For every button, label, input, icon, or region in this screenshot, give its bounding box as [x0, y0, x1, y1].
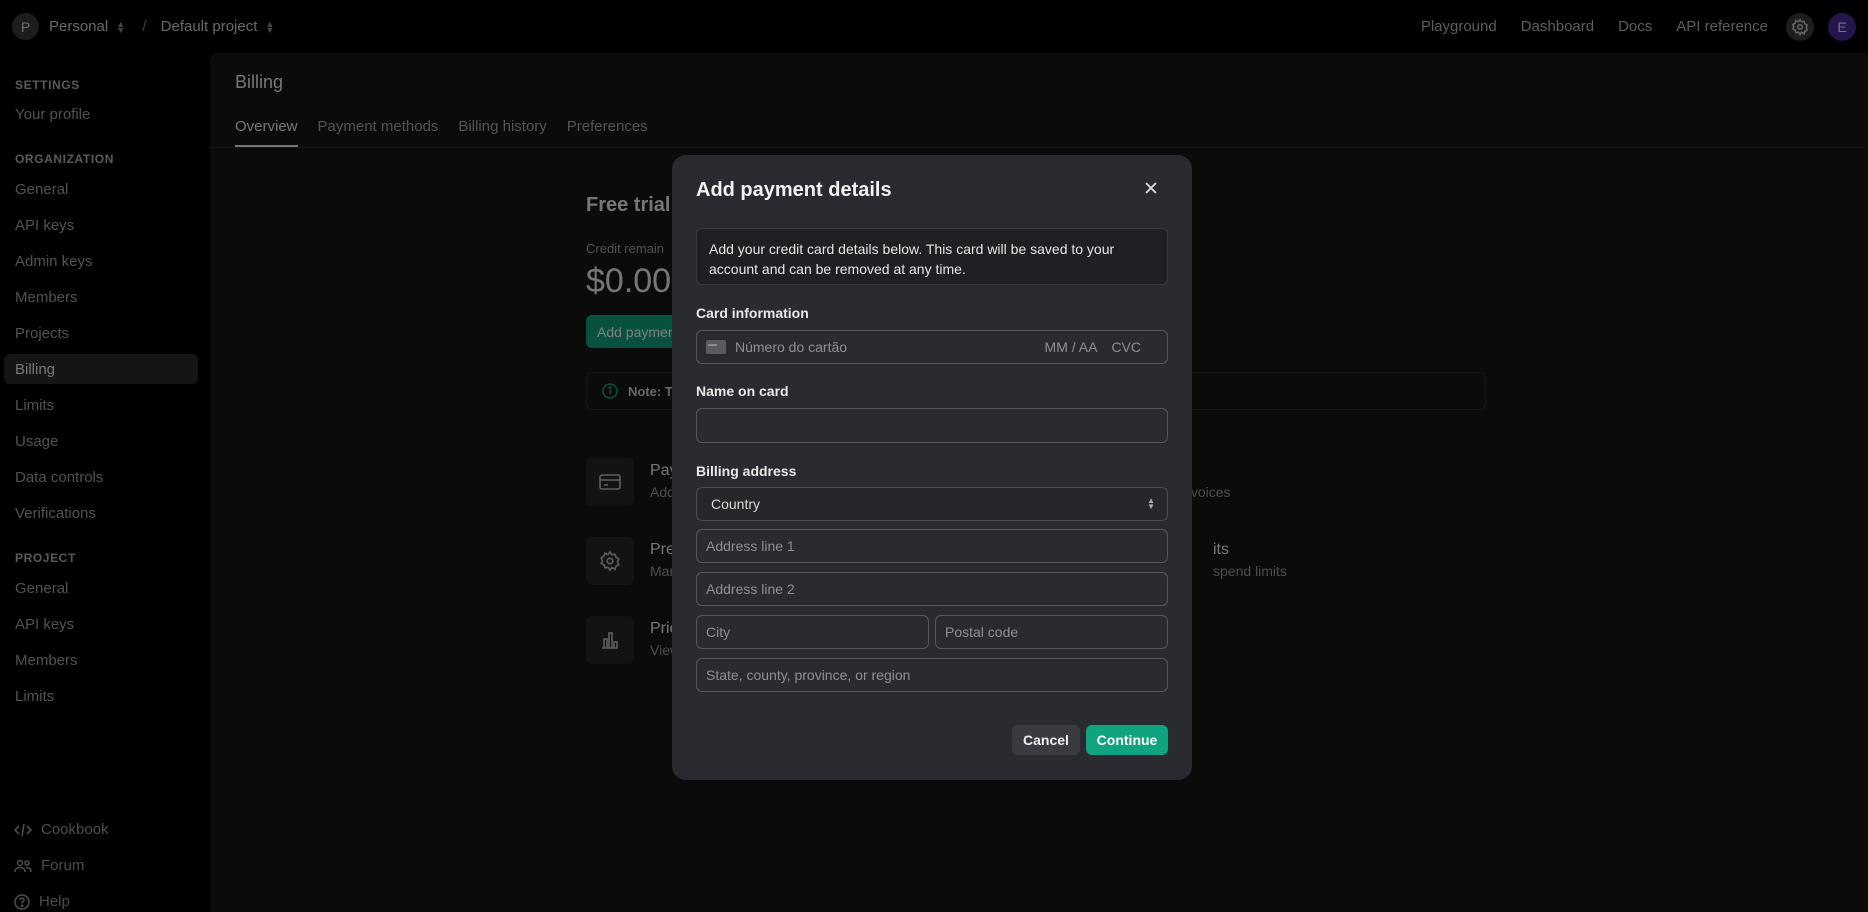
cvc-input[interactable]: CVC: [1111, 339, 1141, 355]
card-number-placeholder: Número do cartão: [735, 339, 848, 355]
country-select[interactable]: Country ▲ ▼: [696, 487, 1168, 521]
chevron-updown-icon: ▲▼: [1147, 496, 1155, 511]
cancel-button[interactable]: Cancel: [1012, 725, 1080, 755]
continue-button[interactable]: Continue: [1086, 725, 1168, 755]
modal-info: Add your credit card details below. This…: [696, 228, 1168, 285]
modal-title: Add payment details: [696, 179, 892, 201]
state-input[interactable]: State, county, province, or region: [696, 658, 1168, 692]
name-on-card-input[interactable]: [696, 408, 1168, 443]
expiry-input[interactable]: MM / AA: [1045, 339, 1098, 355]
card-info-label: Card information: [696, 305, 809, 321]
postal-code-input[interactable]: Postal code: [935, 615, 1168, 649]
close-icon: [1145, 182, 1157, 194]
address-line2-input[interactable]: Address line 2: [696, 572, 1168, 606]
card-icon: [706, 340, 726, 354]
city-input[interactable]: City: [696, 615, 929, 649]
country-value: Country: [711, 496, 761, 512]
add-payment-modal: Add payment details Add your credit card…: [672, 155, 1192, 780]
close-button[interactable]: [1142, 179, 1160, 197]
name-on-card-label: Name on card: [696, 383, 789, 399]
card-number-field[interactable]: Número do cartão MM / AA CVC: [696, 330, 1168, 364]
address-line1-input[interactable]: Address line 1: [696, 529, 1168, 563]
billing-address-label: Billing address: [696, 463, 797, 479]
